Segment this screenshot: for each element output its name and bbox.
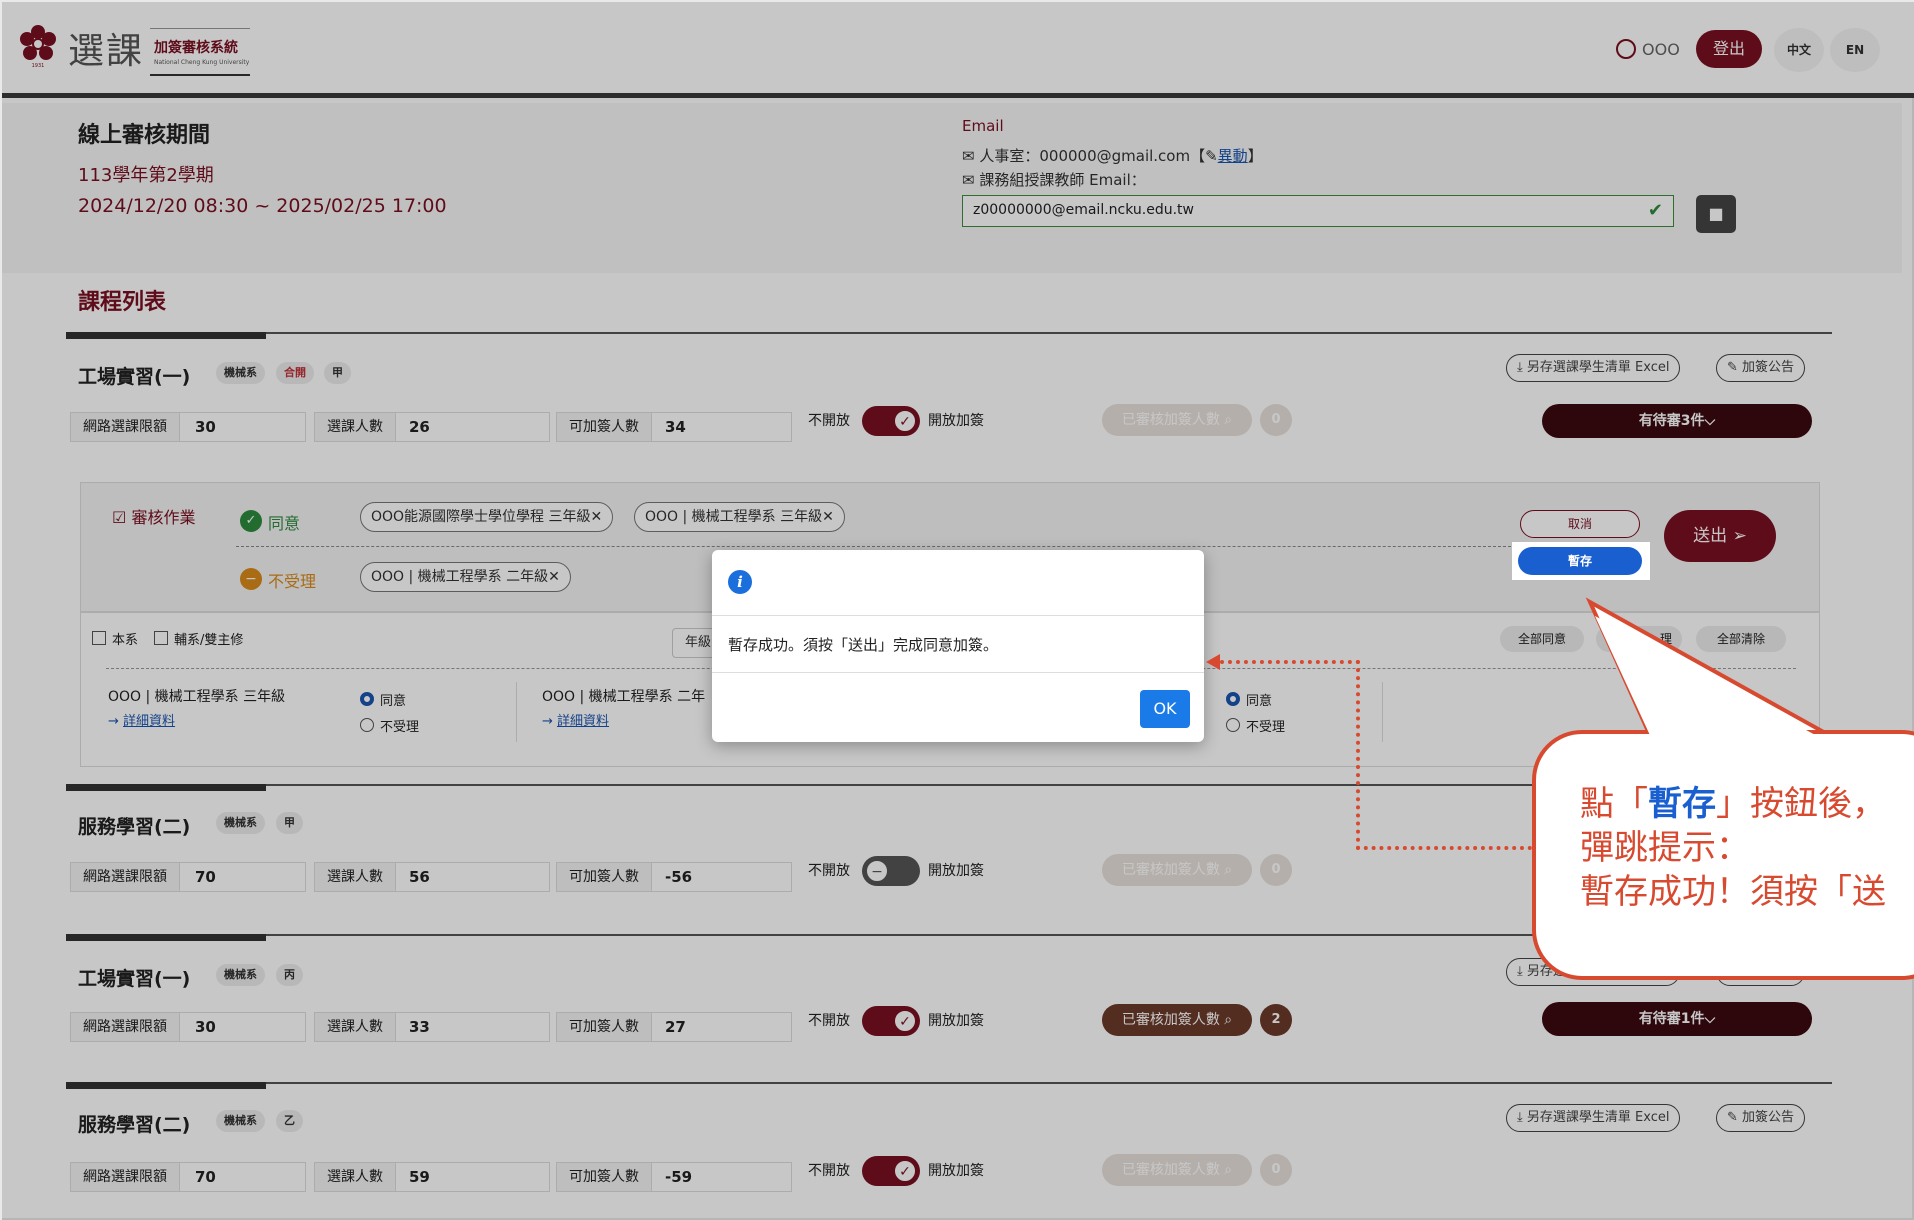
callout-line1-bold: 暫存	[1648, 784, 1716, 824]
callout-line3: 暫存成功！須按「送	[1580, 872, 1886, 912]
dotted-connector	[1356, 846, 1532, 850]
callout-line1: 點「暫存」按鈕後，	[1580, 782, 1886, 826]
callout-line1-pre: 點「	[1580, 784, 1648, 824]
dotted-connector	[1220, 660, 1360, 664]
callout-text: 點「暫存」按鈕後， 彈跳提示： 暫存成功！須按「送	[1580, 782, 1886, 914]
callout-tail-cover	[1595, 616, 1832, 744]
callout-tail-fill	[1595, 616, 1832, 744]
dotted-connector	[1356, 660, 1360, 850]
callout-line2: 彈跳提示：	[1580, 828, 1750, 868]
callout-line1-post: 」按鈕後，	[1716, 784, 1886, 824]
app-frame: 1931 選課 加簽審核系統 National Cheng Kung Unive…	[0, 0, 1914, 1220]
arrow-left-icon	[1206, 654, 1220, 670]
